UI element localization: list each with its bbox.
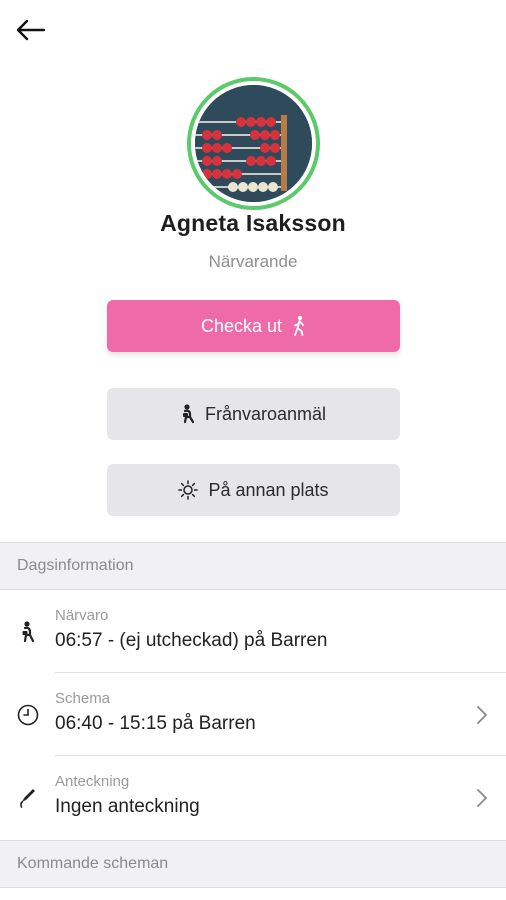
abacus-avatar-image	[195, 85, 312, 202]
arrow-left-icon	[16, 19, 46, 41]
walking-person-icon	[292, 315, 306, 337]
checkout-button[interactable]: Checka ut	[107, 300, 400, 352]
presence-value: 06:57 - (ej utcheckad) på Barren	[55, 630, 328, 651]
absence-report-label: Frånvaroanmäl	[204, 403, 327, 424]
schedule-row[interactable]: Schema 06:40 - 15:15 på Barren	[0, 673, 506, 756]
other-place-button[interactable]: På annan plats	[107, 464, 400, 516]
back-button[interactable]	[12, 14, 48, 46]
schedule-value: 06:40 - 15:15 på Barren	[55, 713, 256, 734]
note-label: Anteckning	[55, 773, 130, 790]
pen-icon	[16, 756, 40, 839]
checkout-button-label: Checka ut	[200, 315, 283, 336]
chevron-right-icon	[476, 673, 488, 756]
note-row[interactable]: Anteckning Ingen anteckning	[0, 756, 506, 839]
child-name: Agneta Isaksson	[160, 210, 346, 236]
note-value: Ingen anteckning	[55, 796, 200, 817]
avatar	[187, 77, 320, 210]
upcoming-schedules-header: Kommande scheman	[0, 840, 506, 888]
day-info-header: Dagsinformation	[0, 542, 506, 590]
sun-icon	[178, 480, 199, 500]
presence-figure-icon	[16, 590, 40, 673]
clock-icon	[16, 673, 40, 756]
other-place-label: På annan plats	[208, 479, 329, 500]
presence-status: Närvarande	[208, 252, 298, 271]
presence-label: Närvaro	[55, 607, 109, 624]
presence-row: Närvaro 06:57 - (ej utcheckad) på Barren	[0, 590, 506, 673]
chevron-right-icon	[476, 756, 488, 839]
absence-report-button[interactable]: Frånvaroanmäl	[107, 388, 400, 440]
sick-figure-icon	[181, 404, 195, 424]
schedule-label: Schema	[55, 690, 111, 707]
